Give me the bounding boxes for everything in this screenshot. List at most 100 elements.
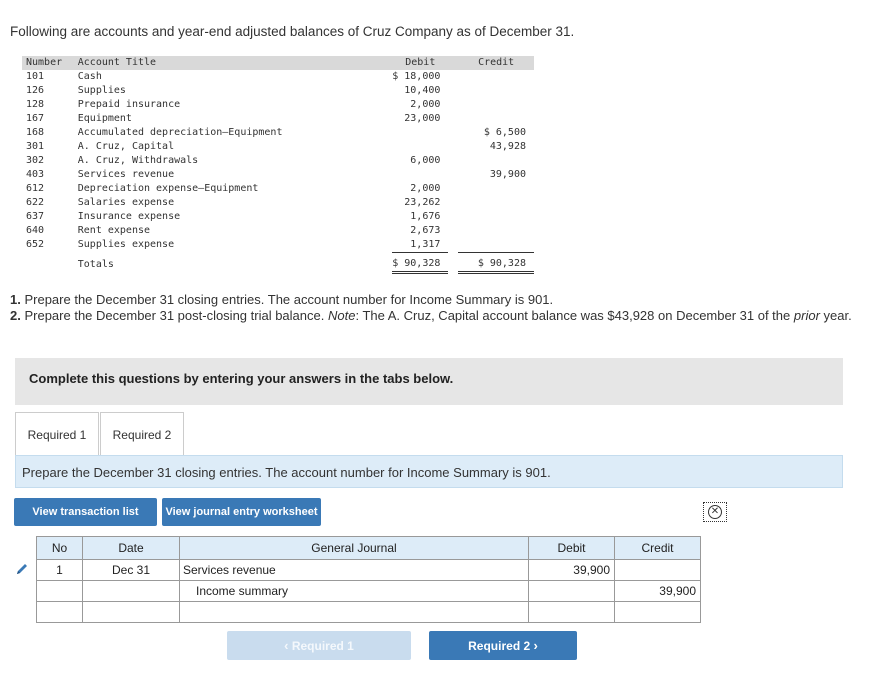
- account-title: Cash: [77, 71, 102, 82]
- account-credit: [458, 84, 534, 98]
- view-journal-entry-worksheet-button[interactable]: View journal entry worksheet: [162, 498, 321, 526]
- account-row: 637 Insurance expense 1,676: [22, 210, 534, 224]
- instruction-1: 1. Prepare the December 31 closing entri…: [10, 292, 870, 308]
- account-credit: [458, 98, 534, 112]
- journal-header-debit: Debit: [528, 536, 615, 560]
- account-debit: 2,000: [410, 183, 441, 194]
- account-row: 168 Accumulated depreciation—Equipment $…: [22, 126, 534, 140]
- tab-required-1[interactable]: Required 1: [15, 412, 99, 456]
- prompt-text: Prepare the December 31 closing entries.…: [22, 465, 551, 480]
- account-credit: [458, 154, 534, 168]
- account-number: 128: [26, 99, 45, 110]
- header-debit: Debit: [392, 56, 449, 70]
- account-credit: [458, 182, 534, 196]
- journal-entry-debit: 39,900: [528, 559, 615, 581]
- instruction-2-prior: prior: [793, 308, 820, 323]
- journal-entry-date: [82, 580, 180, 602]
- totals-debit: $ 90,328: [392, 252, 449, 274]
- account-debit: [392, 140, 448, 154]
- journal-entry-account: Income summary: [179, 580, 529, 602]
- account-number: 302: [26, 155, 45, 166]
- account-number: 612: [26, 183, 45, 194]
- account-row: 128 Prepaid insurance 2,000: [22, 98, 534, 112]
- account-credit: [458, 238, 534, 253]
- journal-entry-credit: [614, 601, 701, 623]
- account-credit: 39,900: [489, 169, 526, 180]
- account-number: 622: [26, 197, 45, 208]
- account-title: Accumulated depreciation—Equipment: [77, 127, 283, 138]
- account-number: 167: [26, 113, 45, 124]
- journal-entry-date: [82, 601, 180, 623]
- account-debit: $ 18,000: [392, 71, 441, 82]
- prev-required-1-button[interactable]: ‹ Required 1: [227, 631, 411, 660]
- account-credit: 43,928: [489, 141, 526, 152]
- account-row: 640 Rent expense 2,673: [22, 224, 534, 238]
- journal-row[interactable]: 1 Dec 31 Services revenue 39,900: [36, 559, 701, 581]
- account-credit: [458, 196, 534, 210]
- account-debit: 23,000: [404, 113, 441, 124]
- journal-entry-no: [36, 580, 83, 602]
- account-debit: 23,262: [404, 197, 441, 208]
- account-credit: [458, 70, 534, 84]
- header-account-title: Account Title: [77, 56, 393, 70]
- journal-header-row: No Date General Journal Debit Credit: [36, 536, 701, 560]
- chevron-left-icon: ‹: [284, 638, 289, 653]
- pencil-icon[interactable]: [14, 561, 30, 577]
- instructions: 1. Prepare the December 31 closing entri…: [10, 292, 870, 324]
- chevron-right-icon: ›: [533, 638, 538, 653]
- intro-text: Following are accounts and year-end adju…: [10, 24, 575, 39]
- journal-header-date: Date: [82, 536, 180, 560]
- account-row: 612 Depreciation expense—Equipment 2,000: [22, 182, 534, 196]
- account-title: A. Cruz, Capital: [77, 141, 175, 152]
- journal-row[interactable]: [36, 601, 701, 623]
- instruction-1-text: Prepare the December 31 closing entries.…: [24, 292, 554, 307]
- account-credit: [458, 112, 534, 126]
- account-title: Depreciation expense—Equipment: [77, 183, 259, 194]
- account-title: Supplies expense: [77, 239, 175, 251]
- account-row: 301 A. Cruz, Capital 43,928: [22, 140, 534, 154]
- account-debit: [392, 126, 448, 140]
- account-title: Insurance expense: [77, 211, 181, 222]
- journal-header-general-journal: General Journal: [179, 536, 529, 560]
- account-title: A. Cruz, Withdrawals: [77, 155, 199, 166]
- accounts-header-row: Number Account Title Debit Credit: [22, 56, 534, 70]
- next-required-2-button[interactable]: Required 2 ›: [429, 631, 577, 660]
- prev-button-label: Required 1: [291, 639, 354, 653]
- account-number: 652: [26, 239, 45, 251]
- accounts-table: Number Account Title Debit Credit 101 Ca…: [22, 56, 534, 274]
- account-title: Equipment: [77, 113, 132, 124]
- account-title: Salaries expense: [77, 197, 175, 208]
- complete-questions-text: Complete this questions by entering your…: [29, 371, 454, 386]
- account-debit: 2,000: [410, 99, 441, 110]
- journal-entry-debit: [528, 601, 615, 623]
- account-debit: [392, 168, 448, 182]
- account-number: 168: [26, 127, 45, 138]
- account-row: 101 Cash $ 18,000: [22, 70, 534, 84]
- journal-entry-credit: [614, 559, 701, 581]
- account-credit: [458, 224, 534, 238]
- header-number: Number: [22, 56, 78, 70]
- next-button-label: Required 2: [468, 639, 531, 653]
- view-transaction-list-button[interactable]: View transaction list: [14, 498, 157, 526]
- close-circle-icon[interactable]: ✕: [703, 502, 727, 522]
- account-debit: 2,673: [410, 225, 441, 236]
- journal-entry-no: 1: [36, 559, 83, 581]
- tab-required-2[interactable]: Required 2: [100, 412, 184, 456]
- account-row: 302 A. Cruz, Withdrawals 6,000: [22, 154, 534, 168]
- account-title: Supplies: [77, 85, 126, 96]
- header-credit: Credit: [458, 56, 534, 70]
- account-row: 167 Equipment 23,000: [22, 112, 534, 126]
- journal-entry-credit: 39,900: [614, 580, 701, 602]
- journal-entry-account: [179, 601, 529, 623]
- account-title: Services revenue: [77, 169, 175, 180]
- instruction-2-note-text: : The A. Cruz, Capital account balance w…: [355, 308, 791, 323]
- totals-credit: $ 90,328: [458, 252, 534, 274]
- account-row: 126 Supplies 10,400: [22, 84, 534, 98]
- instruction-2-year: year.: [823, 308, 852, 323]
- tab-panel-prompt: Prepare the December 31 closing entries.…: [15, 455, 843, 488]
- account-row: 622 Salaries expense 23,262: [22, 196, 534, 210]
- account-row: 403 Services revenue 39,900: [22, 168, 534, 182]
- account-number: 403: [26, 169, 45, 180]
- journal-row[interactable]: Income summary 39,900: [36, 580, 701, 602]
- journal-entry-no: [36, 601, 83, 623]
